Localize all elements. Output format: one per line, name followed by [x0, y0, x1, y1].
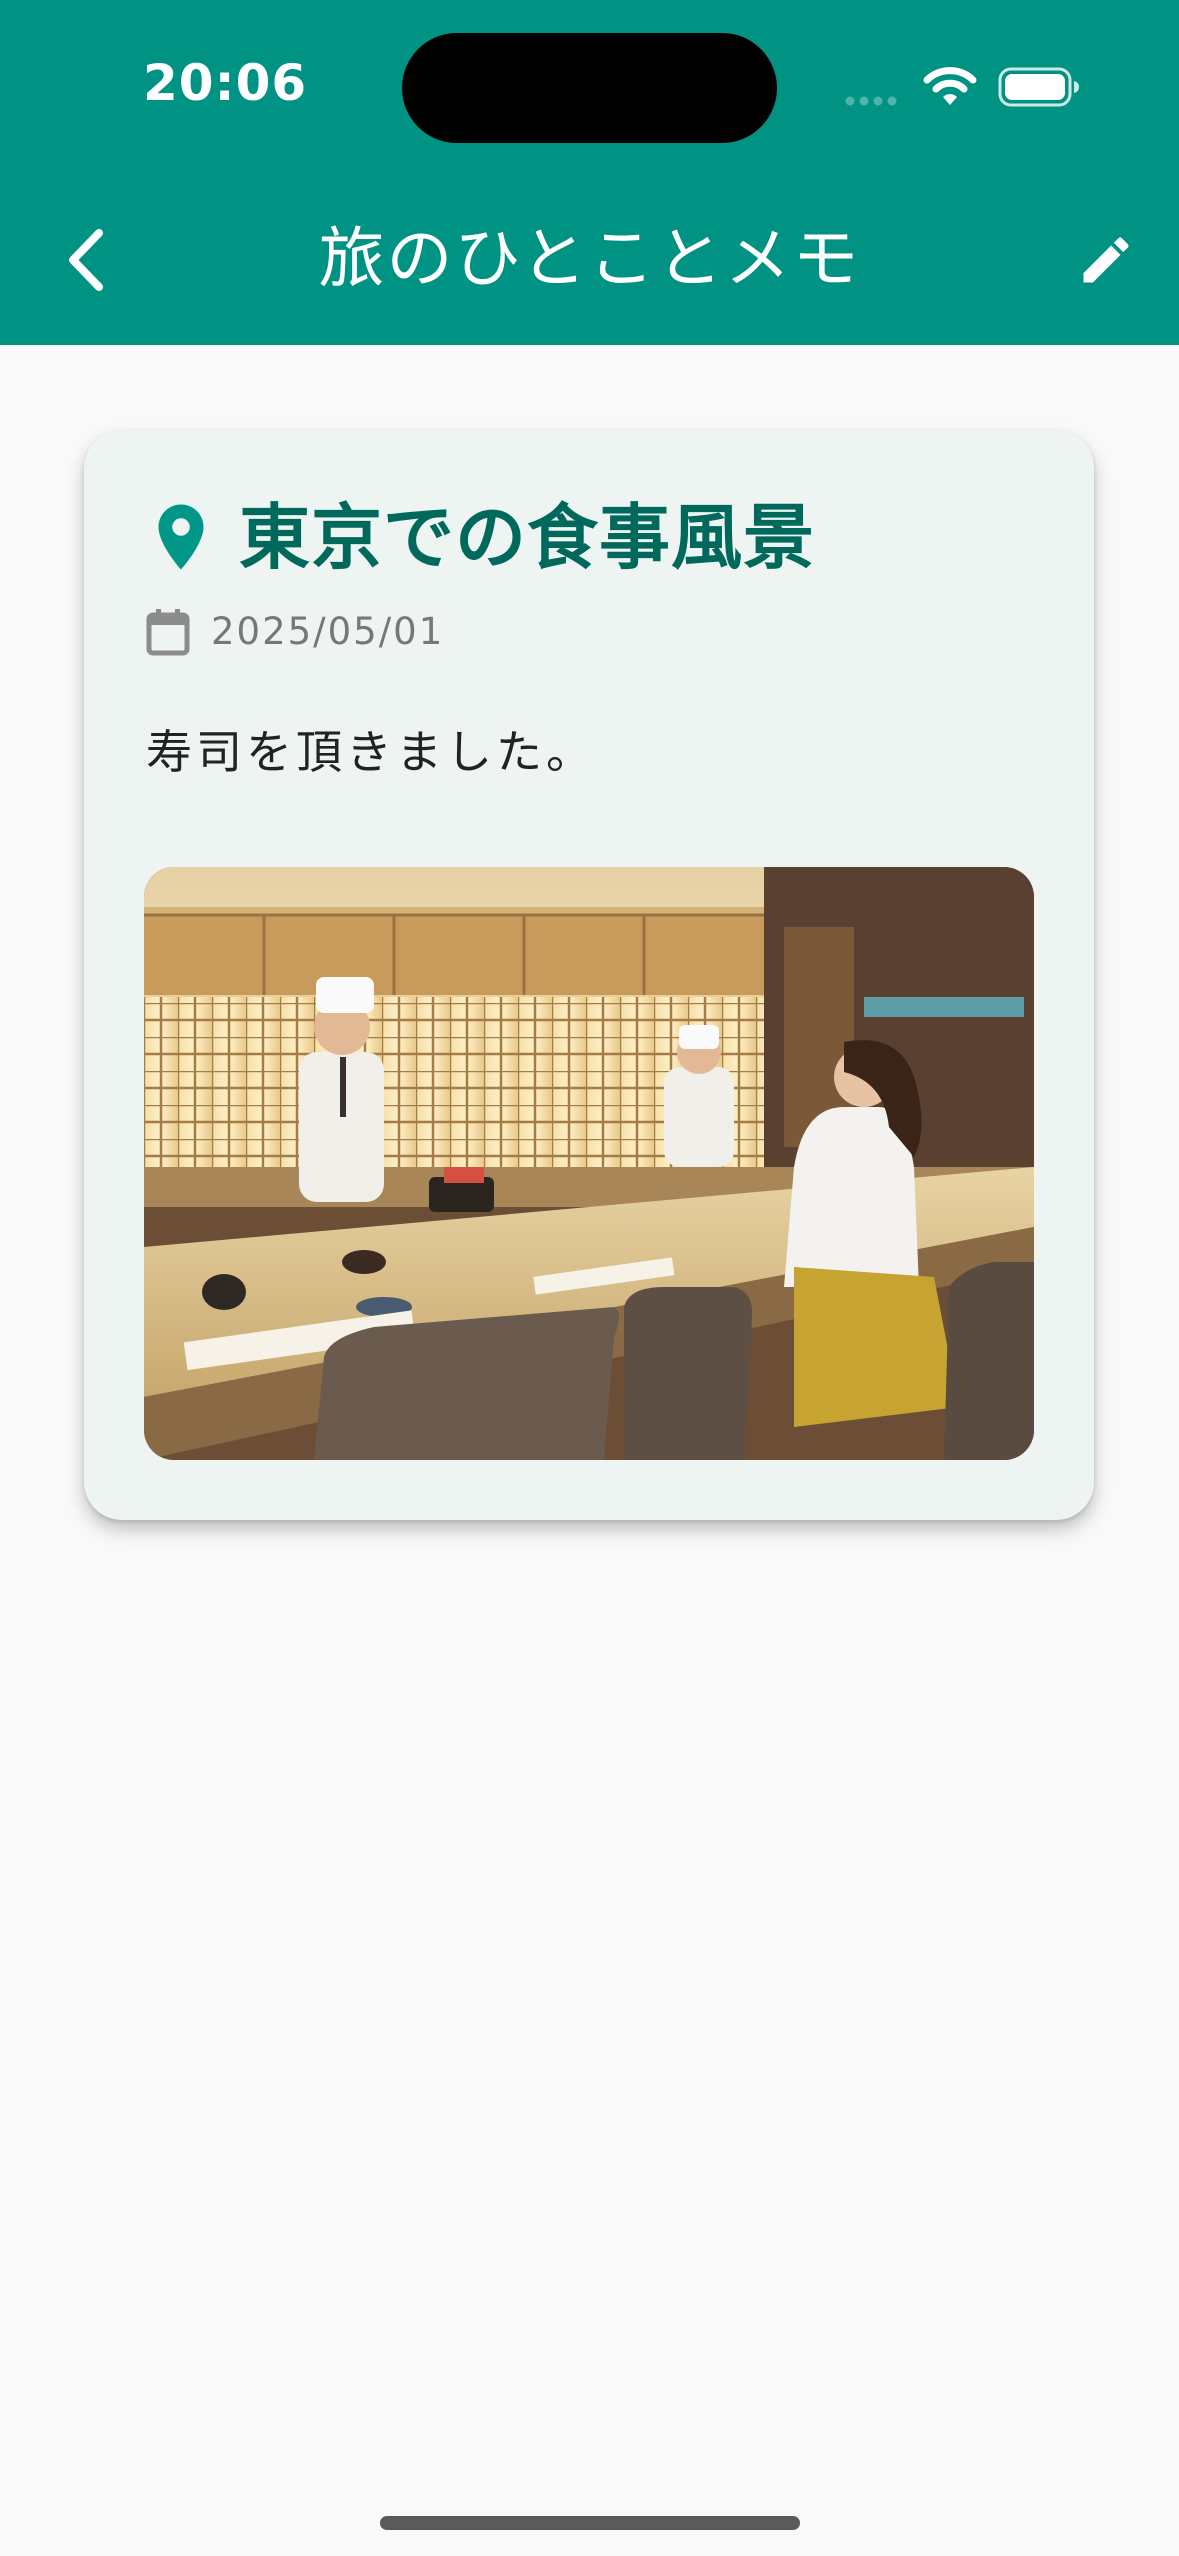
cellular-signal-icon	[845, 96, 897, 106]
pencil-icon	[1083, 237, 1129, 283]
memo-card[interactable]: 東京での食事風景 2025/05/01 寿司を頂きました。	[84, 430, 1094, 1520]
memo-body: 寿司を頂きました。	[146, 725, 596, 779]
location-pin-icon	[158, 504, 204, 570]
memo-title: 東京での食事風景	[239, 496, 816, 579]
wifi-icon	[923, 67, 977, 105]
calendar-icon	[146, 609, 190, 656]
memo-photo[interactable]	[144, 867, 1034, 1460]
photo-sushi-counter	[144, 867, 1034, 1460]
status-time: 20:06	[143, 54, 308, 112]
battery-icon	[998, 67, 1079, 107]
memo-date: 2025/05/01	[211, 610, 445, 653]
app-bar: 20:06 旅のひとことメモ	[0, 0, 1179, 345]
edit-button[interactable]	[1060, 210, 1152, 310]
dynamic-island	[402, 33, 777, 143]
chevron-left-icon	[69, 229, 103, 291]
back-button[interactable]	[40, 210, 130, 310]
page-title: 旅のひとことメモ	[318, 220, 861, 297]
home-indicator[interactable]	[380, 2516, 800, 2530]
